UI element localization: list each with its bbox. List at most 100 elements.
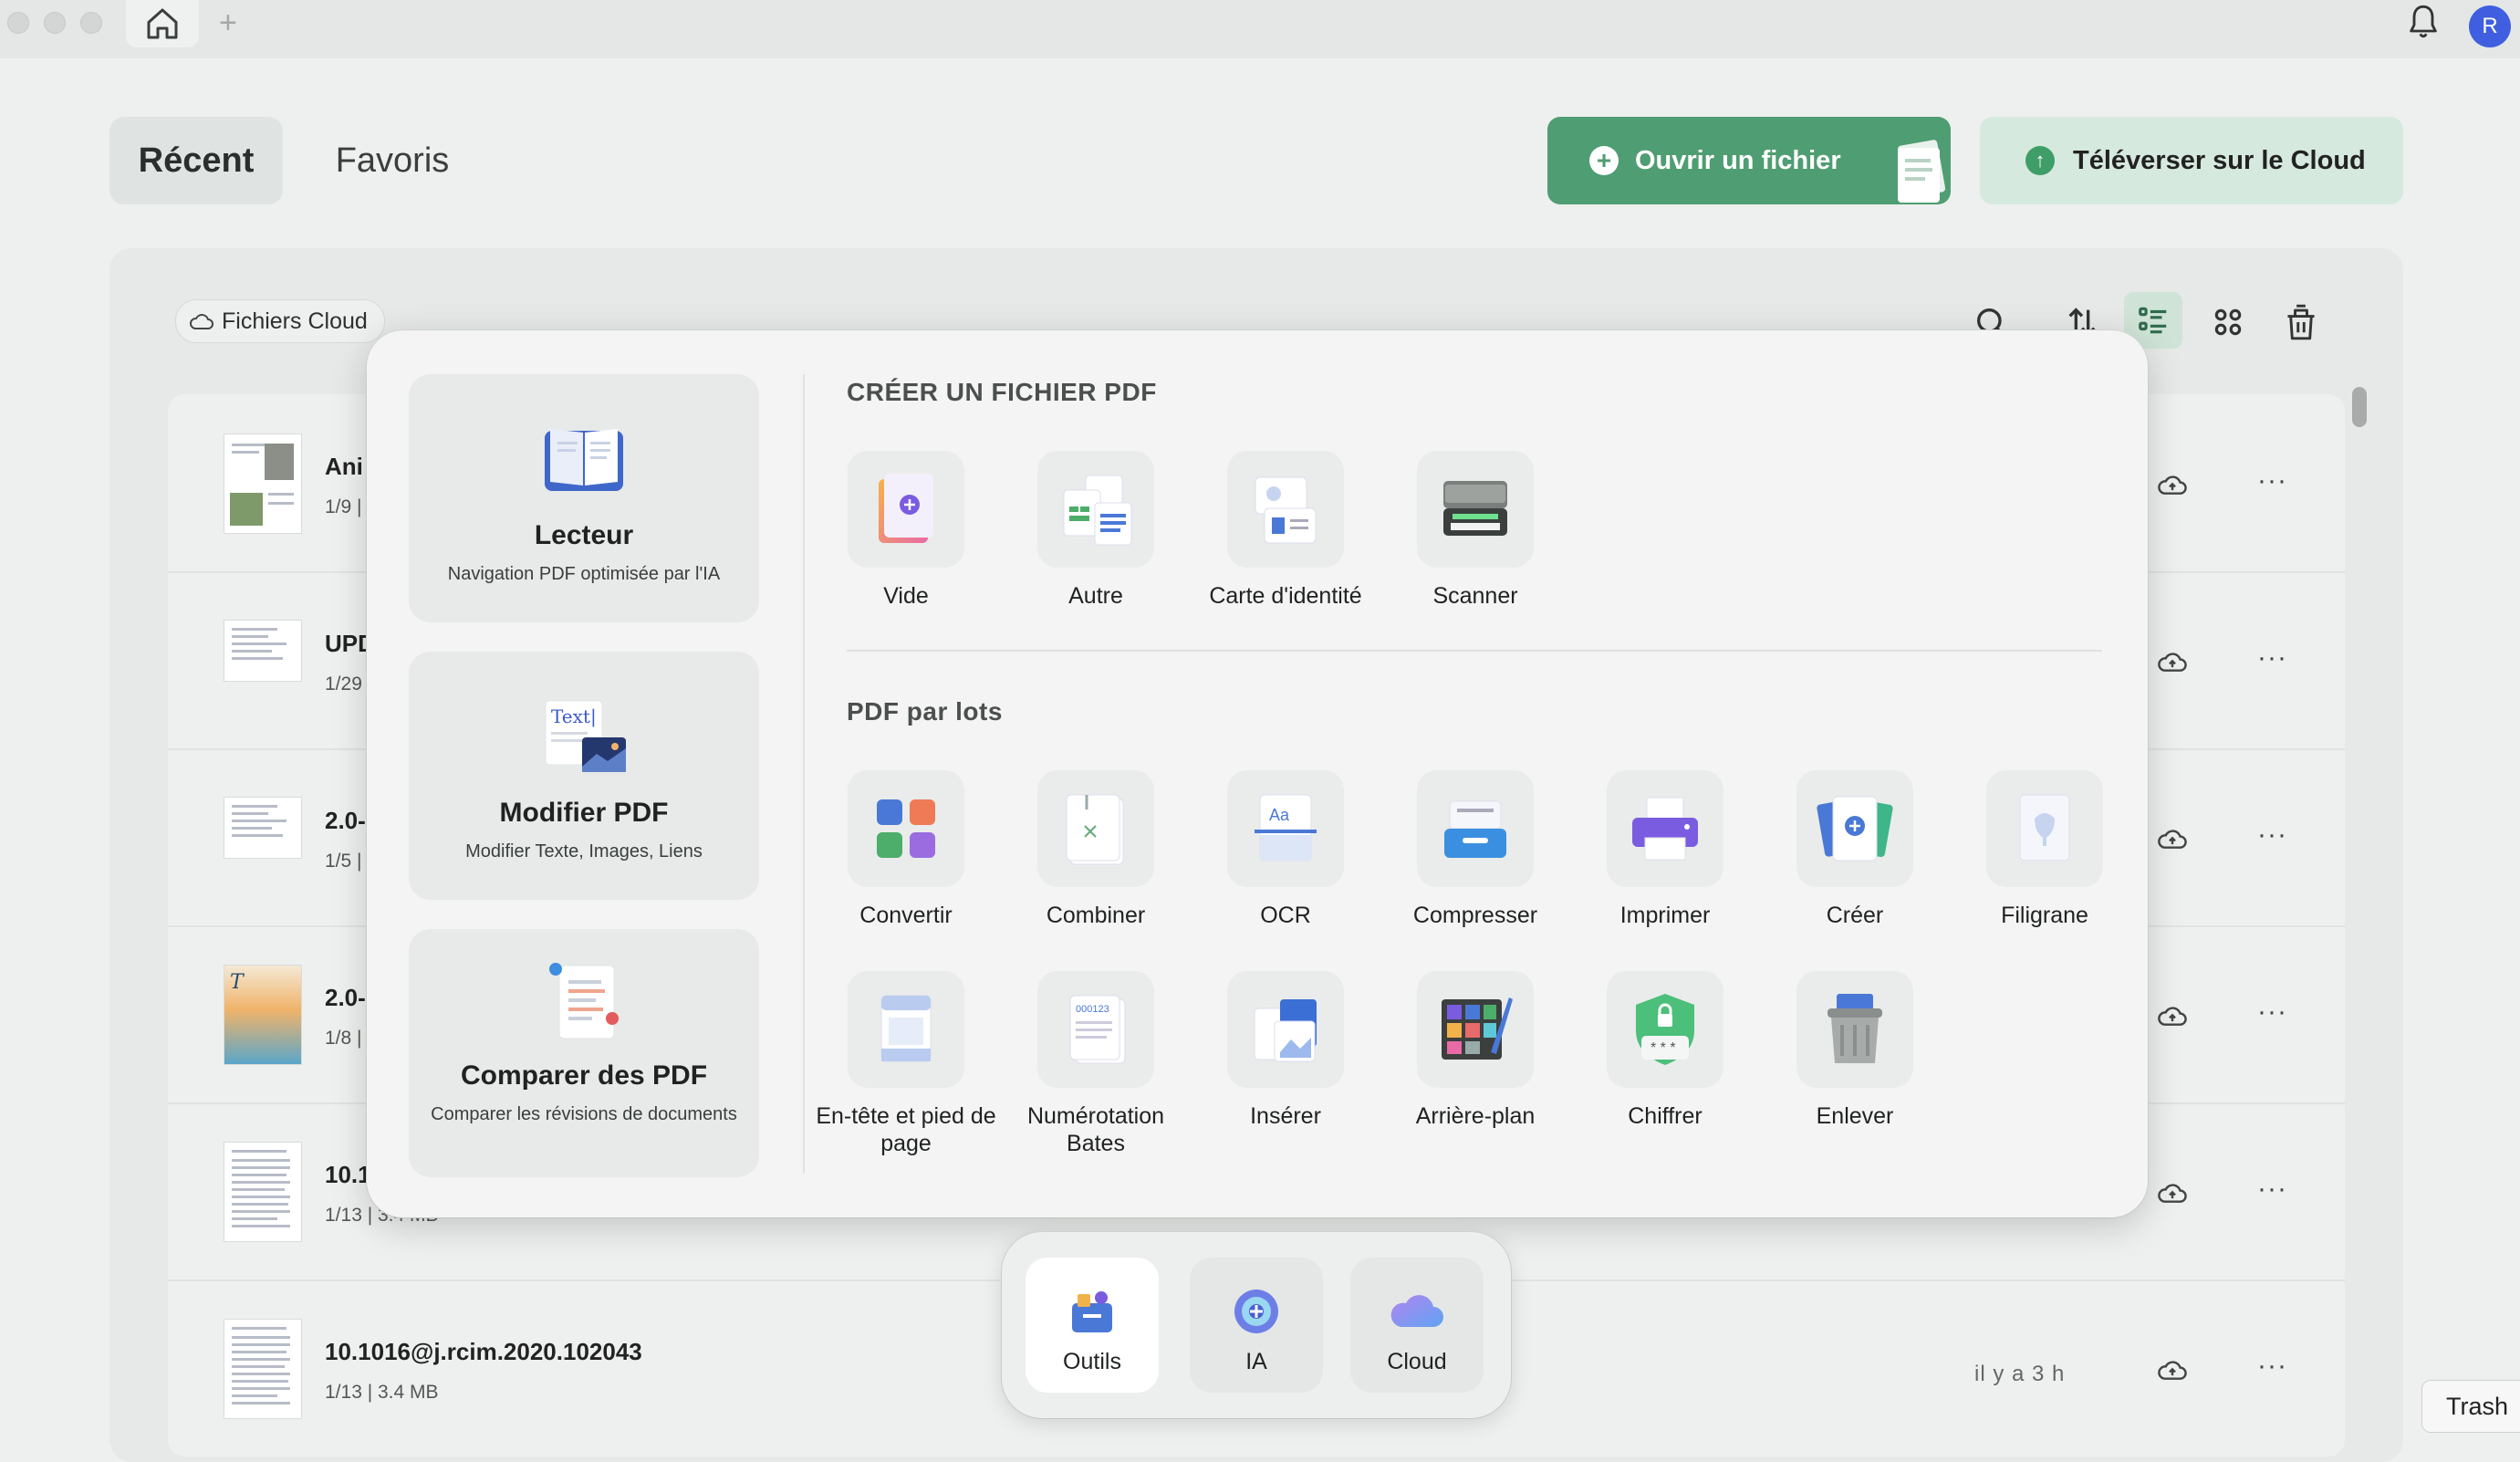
- new-tab-button[interactable]: +: [219, 7, 237, 38]
- upload-cloud-button[interactable]: ↑ Téléverser sur le Cloud: [1980, 117, 2403, 204]
- grid-view-button[interactable]: [2202, 298, 2254, 347]
- upload-arrow-icon: ↑: [2025, 146, 2055, 175]
- cloud-files-filter[interactable]: Fichiers Cloud: [175, 299, 385, 343]
- tab-recent[interactable]: Récent: [109, 117, 283, 204]
- open-file-label: Ouvrir un fichier: [1635, 145, 1841, 175]
- open-file-button[interactable]: + Ouvrir un fichier: [1547, 117, 1951, 204]
- section-divider: [847, 650, 2102, 652]
- tool-header-footer[interactable]: En-tête et pied de page: [811, 971, 1001, 1157]
- tool-print-label: Imprimer: [1619, 903, 1711, 928]
- file-thumbnail: [224, 1143, 301, 1241]
- cloud-upload-icon[interactable]: [2157, 825, 2188, 852]
- dock-cloud-button[interactable]: Cloud: [1350, 1258, 1484, 1393]
- tool-combine[interactable]: Combiner: [1001, 770, 1191, 929]
- batch-pdf-section-title: PDF par lots: [847, 697, 1003, 726]
- printer-icon: [1632, 797, 1698, 861]
- scanner-icon: [1443, 481, 1507, 536]
- tool-encrypt[interactable]: * * * Chiffrer: [1570, 971, 1760, 1130]
- watermark-icon: [2019, 794, 2070, 862]
- tool-print[interactable]: Imprimer: [1570, 770, 1760, 929]
- background-palette-icon: [1442, 997, 1513, 1060]
- ai-assistant-icon: [1234, 1290, 1278, 1333]
- cloud-service-icon: [1390, 1295, 1443, 1327]
- reader-card[interactable]: Lecteur Navigation PDF optimisée par l'I…: [409, 374, 759, 622]
- toolbox-icon: [1072, 1291, 1112, 1332]
- insert-pages-icon: [1254, 999, 1317, 1062]
- user-avatar[interactable]: R: [2469, 5, 2511, 47]
- file-meta: 1/13 | 3.4 MB: [325, 1382, 439, 1403]
- tool-blank[interactable]: Vide: [811, 451, 1001, 610]
- svg-text:Text|: Text|: [551, 705, 597, 728]
- tool-remove[interactable]: Enlever: [1760, 971, 1950, 1130]
- convert-icon: [877, 799, 935, 858]
- edit-pdf-card[interactable]: Text| Modifier PDF Modifier Texte, Image…: [409, 652, 759, 900]
- more-options-button[interactable]: ···: [2257, 465, 2287, 496]
- tool-watermark[interactable]: Filigrane: [1950, 770, 2140, 929]
- file-thumbnail: [224, 798, 301, 858]
- tool-scanner[interactable]: Scanner: [1380, 451, 1570, 610]
- window-close-button[interactable]: [7, 12, 29, 34]
- encrypt-shield-icon: * * *: [1636, 994, 1694, 1065]
- plus-circle-icon: +: [1589, 146, 1619, 175]
- popup-divider: [803, 374, 805, 1174]
- compare-pdf-card[interactable]: Comparer des PDF Comparer les révisions …: [409, 929, 759, 1177]
- create-pdf-icon: [1817, 796, 1893, 862]
- cloud-upload-icon[interactable]: [2157, 648, 2188, 675]
- cloud-upload-icon[interactable]: [2157, 1356, 2188, 1384]
- compare-documents-icon: [549, 963, 619, 1039]
- tool-insert[interactable]: Insérer: [1191, 971, 1380, 1130]
- tool-watermark-label: Filigrane: [2001, 903, 2088, 928]
- window-zoom-button[interactable]: [80, 12, 102, 34]
- more-options-button[interactable]: ···: [2257, 997, 2287, 1028]
- reader-description: Navigation PDF optimisée par l'IA: [447, 564, 721, 584]
- upload-cloud-label: Téléverser sur le Cloud: [2073, 145, 2366, 175]
- file-meta: 1/5 |: [325, 851, 362, 872]
- file-thumbnail: [224, 1320, 301, 1418]
- more-options-button[interactable]: ···: [2257, 642, 2287, 674]
- tool-background[interactable]: Arrière-plan: [1380, 971, 1570, 1130]
- tool-convert-label: Convertir: [859, 903, 953, 928]
- file-name: Ani: [325, 453, 363, 480]
- blank-page-icon: [879, 474, 933, 543]
- tool-compress[interactable]: Compresser: [1380, 770, 1570, 929]
- more-options-button[interactable]: ···: [2257, 1174, 2287, 1205]
- list-scrollbar[interactable]: [2352, 387, 2367, 427]
- tool-id-card[interactable]: Carte d'identité: [1191, 451, 1380, 610]
- tool-insert-label: Insérer: [1250, 1103, 1321, 1129]
- cloud-upload-icon[interactable]: [2157, 1179, 2188, 1206]
- dock-ai-button[interactable]: IA: [1190, 1258, 1323, 1393]
- ocr-icon: Aa: [1255, 794, 1317, 862]
- svg-text:Aa: Aa: [1269, 806, 1290, 824]
- tab-favorites[interactable]: Favoris: [310, 117, 474, 204]
- window-minimize-button[interactable]: [44, 12, 66, 34]
- trash-tooltip: Trash: [2421, 1380, 2520, 1433]
- edit-pdf-title: Modifier PDF: [499, 798, 669, 828]
- tool-bates-numbering[interactable]: 000123 Numérotation Bates: [1001, 971, 1191, 1157]
- tool-ocr[interactable]: Aa OCR: [1191, 770, 1380, 929]
- tool-convert[interactable]: Convertir: [811, 770, 1001, 929]
- book-icon: [545, 429, 623, 491]
- create-pdf-section-title: CRÉER UN FICHIER PDF: [847, 378, 1157, 406]
- home-icon: [147, 8, 178, 39]
- home-tab[interactable]: [126, 0, 199, 47]
- cloud-upload-icon[interactable]: [2157, 471, 2188, 498]
- trash-button[interactable]: [2275, 298, 2327, 347]
- tool-create-label: Créer: [1826, 903, 1884, 928]
- dock-tools-button[interactable]: Outils: [1026, 1258, 1159, 1393]
- notifications-button[interactable]: [2405, 2, 2442, 42]
- more-options-button[interactable]: ···: [2257, 1351, 2287, 1382]
- tool-encrypt-label: Chiffrer: [1628, 1103, 1703, 1129]
- tool-other[interactable]: Autre: [1001, 451, 1191, 610]
- tool-create[interactable]: Créer: [1760, 770, 1950, 929]
- more-options-button[interactable]: ···: [2257, 820, 2287, 851]
- tool-id-card-label: Carte d'identité: [1209, 583, 1362, 609]
- tool-other-label: Autre: [1068, 583, 1123, 609]
- cloud-upload-icon[interactable]: [2157, 1002, 2188, 1029]
- combine-icon: [1066, 794, 1124, 865]
- edit-pdf-description: Modifier Texte, Images, Liens: [465, 841, 703, 862]
- cloud-icon: [190, 314, 213, 329]
- tool-header-footer-label: En-tête et pied de page: [816, 1103, 996, 1156]
- file-name: 2.0-: [325, 807, 366, 834]
- tool-combine-label: Combiner: [1046, 903, 1146, 928]
- tool-bates-numbering-label: Numérotation Bates: [1026, 1103, 1165, 1156]
